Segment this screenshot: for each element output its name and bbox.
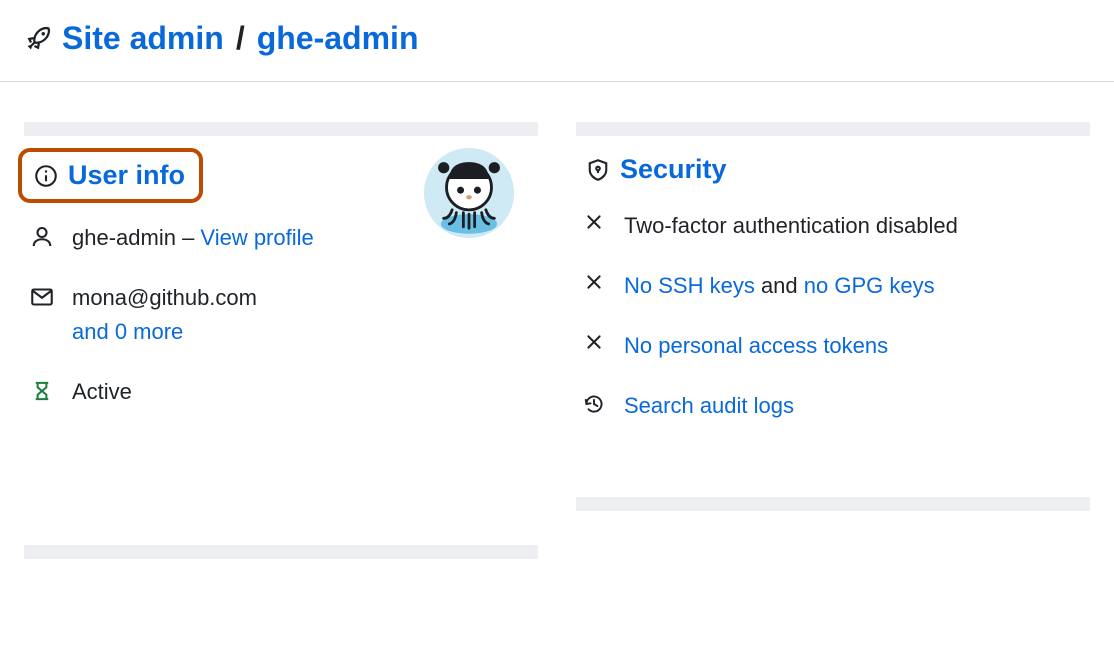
avatar [424,148,514,238]
email-row: mona@github.com and 0 more [30,281,538,349]
username-link[interactable]: ghe-admin [257,20,419,57]
two-factor-text: Two-factor authentication disabled [624,213,958,238]
person-icon [30,225,54,249]
card-topbar [24,122,538,136]
user-info-title-link[interactable]: User info [68,160,185,191]
user-info-header-highlight: User info [18,148,203,203]
no-gpg-keys-link[interactable]: no GPG keys [804,273,935,298]
rocket-icon [24,25,52,53]
breadcrumb-separator: / [236,20,245,57]
x-icon [582,213,606,231]
security-card: Security Two-factor authentication disab… [576,122,1090,559]
card-bottombar [24,545,538,559]
shield-icon [586,158,610,182]
info-icon [34,164,58,188]
security-title-link[interactable]: Security [620,154,727,185]
history-icon [582,393,606,415]
mail-icon [30,285,54,309]
no-ssh-keys-link[interactable]: No SSH keys [624,273,755,298]
username-text: ghe-admin [72,225,176,250]
page-title: Site admin / ghe-admin [24,20,418,57]
x-icon [582,273,606,291]
status-row: Active [30,375,538,409]
dash: – [176,225,200,250]
and-more-link[interactable]: and 0 more [72,319,183,344]
audit-log-row: Search audit logs [582,389,1090,423]
no-pat-link[interactable]: No personal access tokens [624,333,888,358]
card-bottombar [576,497,1090,511]
search-audit-link[interactable]: Search audit logs [624,393,794,418]
user-info-card: User info [24,122,538,559]
breadcrumb-header: Site admin / ghe-admin [0,0,1114,82]
hourglass-icon [30,379,54,403]
x-icon [582,333,606,351]
and-text: and [755,273,804,298]
pat-row: No personal access tokens [582,329,1090,363]
keys-row: No SSH keys and no GPG keys [582,269,1090,303]
view-profile-link[interactable]: View profile [200,225,313,250]
site-admin-link[interactable]: Site admin [62,20,224,57]
status-text: Active [72,379,132,404]
two-factor-row: Two-factor authentication disabled [582,209,1090,243]
email-text: mona@github.com [72,285,257,310]
card-topbar [576,122,1090,136]
